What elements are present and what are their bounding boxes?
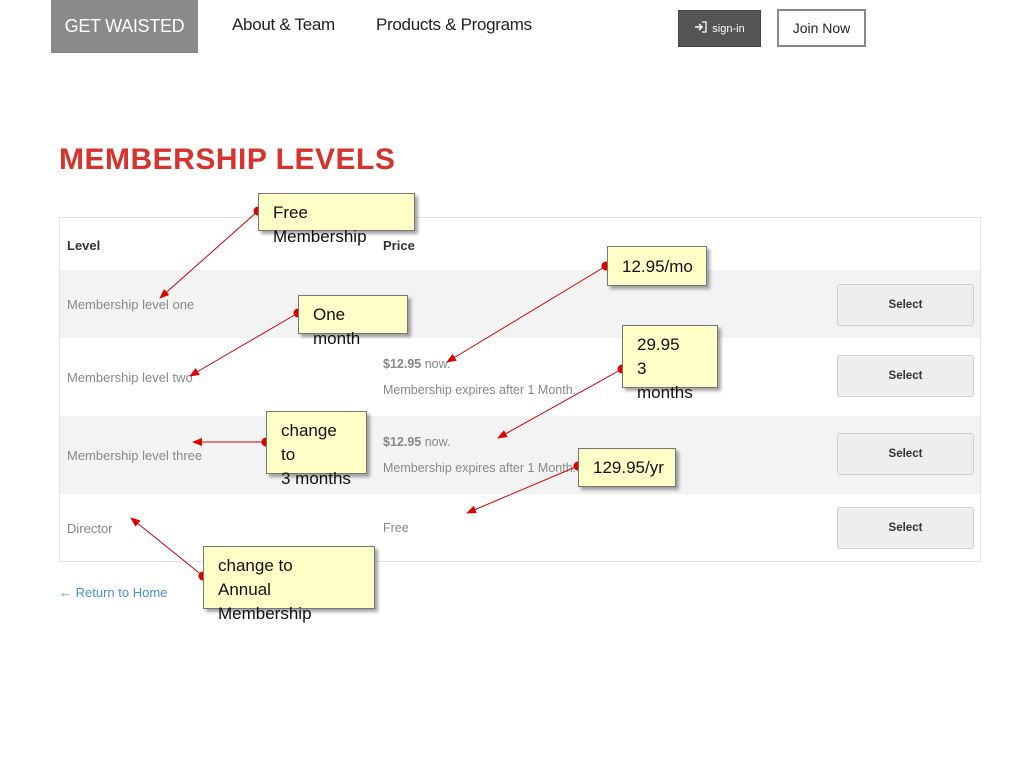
price-amount: $12.95 xyxy=(383,435,422,449)
nav-products-programs[interactable]: Products & Programs xyxy=(376,15,532,35)
callout-text: One month xyxy=(313,305,361,348)
header-level: Level xyxy=(67,238,101,253)
header-price: Price xyxy=(383,238,415,253)
price-amount: $12.95 xyxy=(383,357,422,371)
price-note: Membership expires after 1 Month. xyxy=(383,461,577,475)
table-row: Membership level one Select xyxy=(60,270,980,338)
nav-about-team[interactable]: About & Team xyxy=(232,15,335,35)
callout-29-95: 29.95 3 months xyxy=(622,325,718,402)
price-cell: $12.95 now. Membership expires after 1 M… xyxy=(383,429,576,481)
join-now-button[interactable]: Join Now xyxy=(777,9,866,47)
membership-levels-table: Level Price Membership level one Select … xyxy=(59,217,981,562)
brand-logo-link[interactable]: GET WAISTED xyxy=(51,0,198,53)
callout-text: Free Membership xyxy=(273,203,367,246)
sign-in-button[interactable]: sign-in xyxy=(678,10,761,47)
table-row: Membership level three $12.95 now. Membe… xyxy=(60,416,980,494)
callout-text: 129.95/yr xyxy=(593,458,664,477)
callout-text: 29.95 xyxy=(637,335,680,354)
callout-12-95-mo: 12.95/mo xyxy=(607,246,707,286)
return-to-home-link[interactable]: ← Return to Home xyxy=(59,585,167,600)
callout-text: 3 months xyxy=(637,359,693,402)
select-button[interactable]: Select xyxy=(837,284,974,326)
select-button[interactable]: Select xyxy=(837,433,974,475)
price-suffix: now. xyxy=(421,357,451,371)
sign-in-label: sign-in xyxy=(712,22,745,35)
callout-one-month: One month xyxy=(298,295,408,348)
price-note: Membership expires after 1 Month. xyxy=(383,383,577,397)
callout-text: Annual Membership xyxy=(218,580,312,623)
level-name: Membership level one xyxy=(67,297,195,312)
sign-in-icon xyxy=(694,21,707,36)
level-name: Membership level three xyxy=(67,448,203,463)
select-button[interactable]: Select xyxy=(837,355,974,397)
select-button[interactable]: Select xyxy=(837,507,974,549)
page-title: MEMBERSHIP LEVELS xyxy=(59,143,396,176)
callout-text: 3 months xyxy=(281,469,351,488)
callout-text: change to xyxy=(218,556,293,575)
table-row: Director Free Select xyxy=(60,494,980,562)
callout-129-95-yr: 129.95/yr xyxy=(578,448,676,487)
price-suffix: now. xyxy=(421,435,451,449)
price-note: Free xyxy=(383,521,409,535)
callout-free-membership: Free Membership xyxy=(258,193,415,246)
callout-change-3-months: change to 3 months xyxy=(266,411,367,488)
table-header: Level Price xyxy=(60,218,980,270)
level-name: Membership level two xyxy=(67,370,193,385)
level-name: Director xyxy=(67,521,113,536)
callout-text: 12.95/mo xyxy=(622,257,693,276)
callout-text: change to xyxy=(281,421,337,464)
callout-change-annual: change to Annual Membership xyxy=(203,546,375,623)
table-row: Membership level two $12.95 now. Members… xyxy=(60,338,980,416)
price-cell: $12.95 now. Membership expires after 1 M… xyxy=(383,351,576,403)
